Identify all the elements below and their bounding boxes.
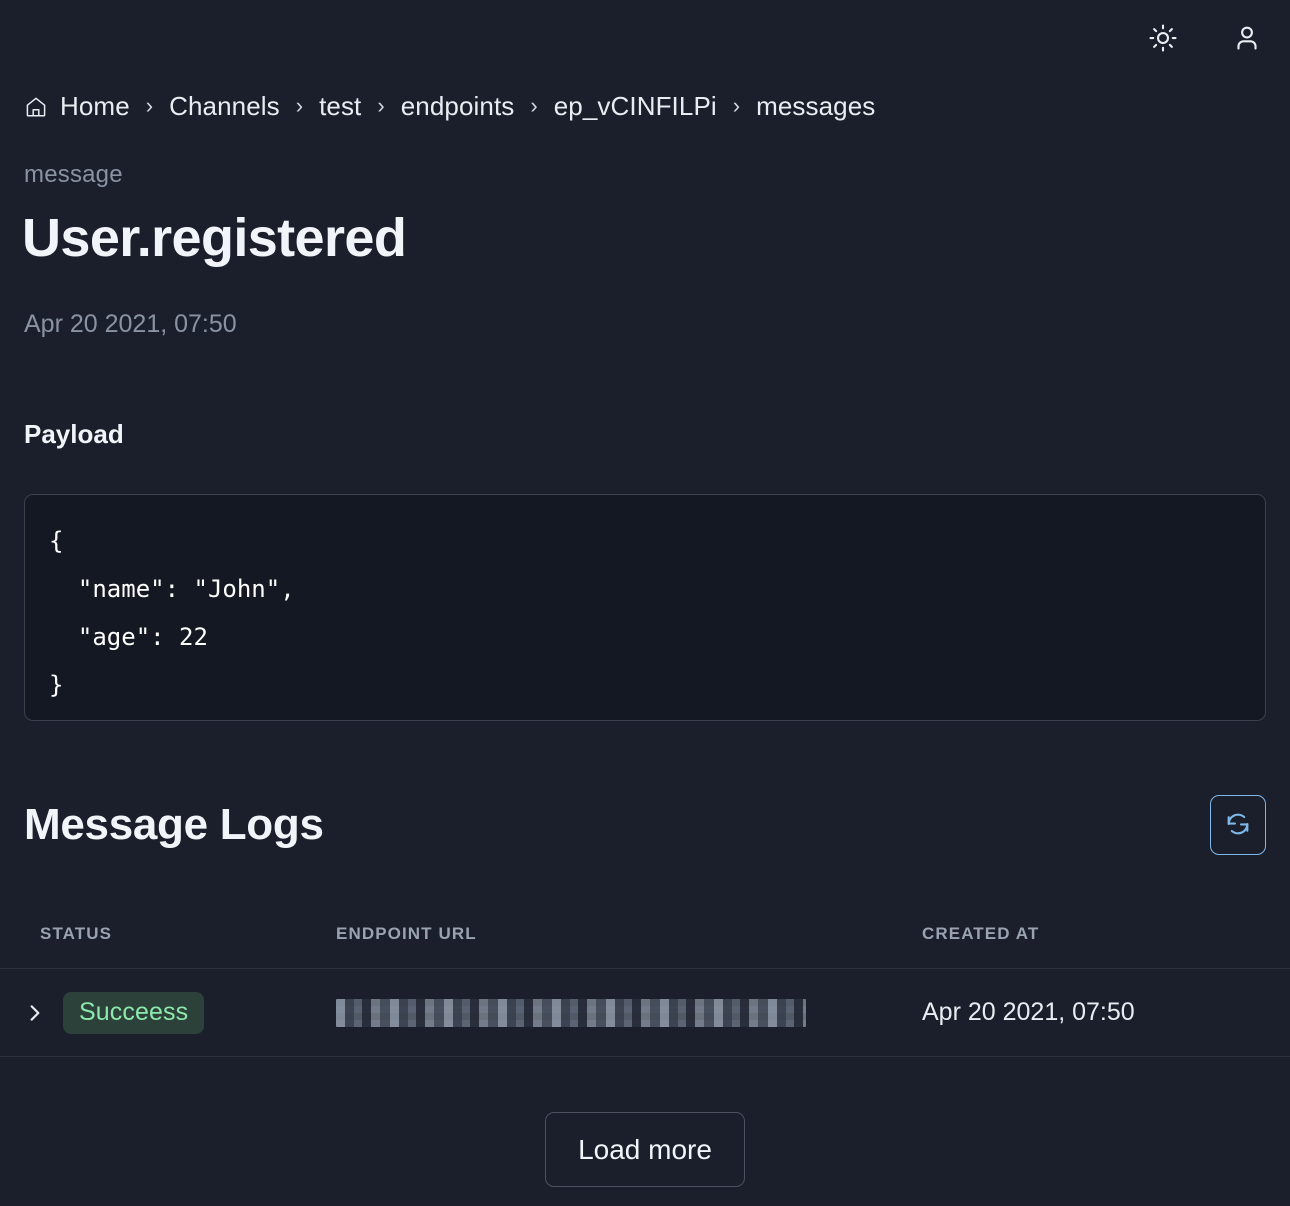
breadcrumb-separator: › (732, 93, 741, 118)
chevron-right-icon[interactable] (24, 1002, 46, 1024)
sun-icon (1148, 23, 1178, 53)
home-icon (24, 95, 48, 119)
breadcrumb-item-endpoint-id[interactable]: ep_vCINFILPi (554, 93, 717, 119)
account-button[interactable] (1230, 21, 1264, 55)
breadcrumb-item-channels[interactable]: Channels (169, 93, 280, 119)
theme-toggle-button[interactable] (1146, 21, 1180, 55)
column-header-status: STATUS (40, 924, 113, 943)
column-header-created-at: CREATED AT (922, 924, 1040, 943)
breadcrumb-separator: › (377, 93, 385, 118)
breadcrumb: Home › Channels › test › endpoints › ep_… (24, 93, 1266, 119)
payload-panel: { "name": "John", "age": 22 } (24, 494, 1266, 721)
message-detail-page: Home › Channels › test › endpoints › ep_… (0, 0, 1290, 1206)
cell-status: Succeess (24, 991, 336, 1034)
endpoint-url-redacted (336, 998, 806, 1027)
top-bar (0, 0, 1290, 76)
refresh-icon (1224, 810, 1252, 841)
payload-section-label: Payload (24, 419, 124, 449)
status-badge: Succeess (63, 991, 205, 1034)
message-logs-table: STATUS ENDPOINT URL CREATED AT Succeess … (0, 900, 1290, 1057)
breadcrumb-item-endpoints[interactable]: endpoints (401, 93, 515, 119)
message-logs-header: Message Logs (24, 790, 1266, 860)
table-header-row: STATUS ENDPOINT URL CREATED AT (0, 900, 1290, 969)
breadcrumb-item-test[interactable]: test (319, 93, 361, 119)
cell-endpoint-url (336, 998, 922, 1027)
breadcrumb-separator: › (530, 93, 538, 118)
refresh-button[interactable] (1210, 795, 1266, 855)
page-title: User.registered (22, 208, 407, 268)
breadcrumb-separator: › (145, 93, 154, 118)
message-timestamp: Apr 20 2021, 07:50 (24, 310, 237, 338)
load-more-button[interactable]: Load more (545, 1112, 745, 1187)
breadcrumb-item-home[interactable]: Home (60, 93, 130, 119)
breadcrumb-item-messages[interactable]: messages (756, 93, 875, 119)
user-icon (1232, 23, 1262, 53)
cell-created-at: Apr 20 2021, 07:50 (922, 998, 1135, 1026)
message-logs-title: Message Logs (24, 800, 324, 849)
load-more-container: Load more (0, 1112, 1290, 1187)
column-header-endpoint-url: ENDPOINT URL (336, 924, 477, 943)
breadcrumb-separator: › (295, 93, 304, 118)
table-row[interactable]: Succeess Apr 20 2021, 07:50 (0, 969, 1290, 1057)
payload-json: { "name": "John", "age": 22 } (49, 527, 295, 699)
resource-type-label: message (24, 161, 123, 188)
